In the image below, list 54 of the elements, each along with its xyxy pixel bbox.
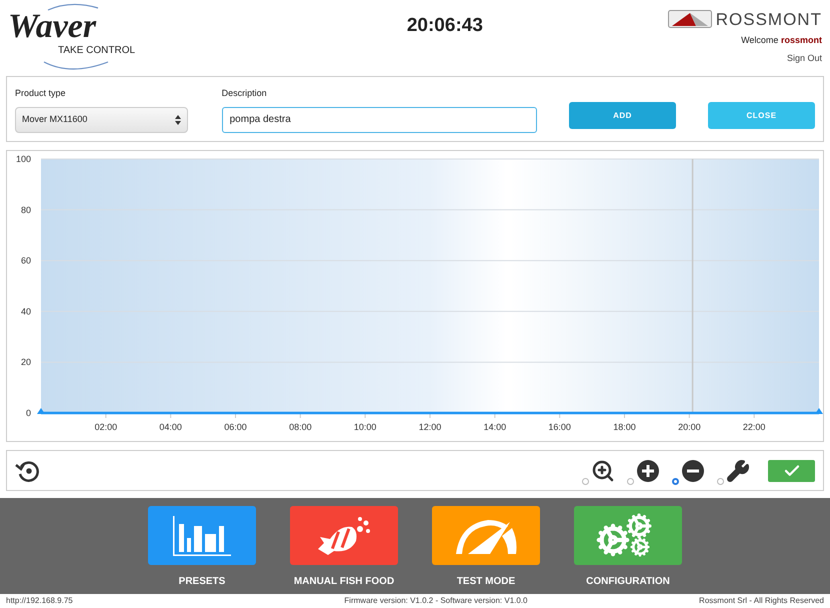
radio-button[interactable] (672, 478, 679, 484)
x-tick-label: 20:00 (678, 422, 701, 432)
mountain-icon (668, 10, 712, 28)
radio-button[interactable] (627, 478, 634, 484)
field-label: Product type (15, 87, 67, 100)
description-field[interactable]: pompa destra (222, 106, 537, 132)
y-tick-label: 100 (16, 154, 31, 164)
menu-tile[interactable]: MANUAL FISH FOOD (290, 506, 398, 594)
product-type-select[interactable]: Mover MX11600 (15, 106, 188, 132)
logo-text: Waver (8, 10, 96, 44)
minus-circle-icon (681, 458, 705, 482)
zoom-in-icon (591, 458, 615, 482)
confirm-button[interactable] (768, 460, 815, 482)
x-tick-label: 10:00 (354, 422, 376, 432)
y-tick-label: 20 (20, 357, 31, 368)
clock: 20:06:43 (406, 14, 483, 38)
point-marker[interactable] (37, 408, 45, 414)
x-tick-label: 08:00 (289, 422, 312, 432)
logo-tagline: TAKE CONTROL (58, 46, 136, 56)
point-marker[interactable] (815, 408, 823, 414)
history-icon[interactable] (15, 458, 41, 482)
field-label: Description (222, 87, 268, 100)
x-tick-label: 14:00 (484, 422, 506, 432)
y-tick-label: 40 (20, 306, 31, 316)
radio-button[interactable] (717, 478, 724, 484)
brand-name: ROSSMONT (716, 10, 822, 28)
x-tick-label: 22:00 (742, 422, 766, 432)
x-tick-label: 02:00 (94, 422, 118, 432)
x-tick-label: 12:00 (418, 422, 442, 432)
wrench-icon (726, 458, 750, 482)
menu-tile[interactable]: TEST MODE (432, 506, 540, 594)
updown-icon (175, 114, 181, 124)
y-tick-label: 60 (20, 256, 31, 266)
x-tick-label: 18:00 (613, 422, 636, 432)
x-tick-label: 06:00 (224, 422, 247, 432)
y-tick-label: 0 (26, 408, 31, 418)
fish-icon (316, 514, 372, 556)
welcome-text: Welcome rossmont (741, 34, 822, 47)
tile-label: CONFIGURATION (586, 575, 670, 589)
menu-tile[interactable]: PRESETS (148, 506, 256, 594)
copyright-text: Rossmont Srl - All Rights Reserved (699, 595, 824, 607)
x-tick-label: 04:00 (159, 422, 182, 432)
sign-out-link[interactable]: Sign Out (786, 52, 822, 65)
x-tick-label: 16:00 (548, 422, 571, 432)
menu-tile[interactable]: CONFIGURATION (574, 506, 682, 594)
address-text: http://192.168.9.75 (6, 595, 73, 607)
tile-label: TEST MODE (456, 575, 516, 589)
bar-chart-icon (173, 516, 231, 556)
version-text: Firmware version: V1.0.2 - Software version: V1.0.0 (344, 595, 528, 607)
plus-circle-icon (636, 458, 660, 482)
radio-button[interactable] (582, 478, 589, 484)
tile-label: PRESETS (178, 575, 226, 589)
tile-label: MANUAL FISH FOOD (294, 575, 394, 589)
y-tick-label: 80 (20, 204, 31, 215)
